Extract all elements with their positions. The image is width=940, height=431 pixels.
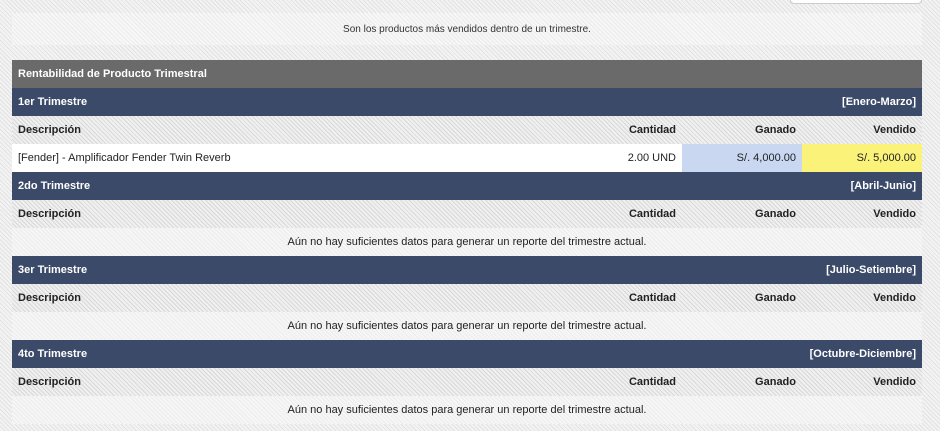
column-header-row: Descripción Cantidad Ganado Vendido <box>12 200 922 228</box>
quarter-name: 2do Trimestre <box>18 180 91 192</box>
quarter-name: 4to Trimestre <box>18 348 88 360</box>
column-header-row: Descripción Cantidad Ganado Vendido <box>12 116 922 144</box>
column-header-row: Descripción Cantidad Ganado Vendido <box>12 368 922 396</box>
col-desc: Descripción <box>18 208 81 220</box>
cell-qty: 2.00 UND <box>627 152 676 164</box>
col-earned: Ganado <box>755 376 796 388</box>
intro-text: Son los productos más vendidos dentro de… <box>12 13 922 45</box>
no-data-row: Aún no hay suficientes datos para genera… <box>12 228 922 256</box>
col-sold: Vendido <box>873 292 916 304</box>
column-header-row: Descripción Cantidad Ganado Vendido <box>12 284 922 312</box>
col-qty: Cantidad <box>628 292 676 304</box>
no-data-row: Aún no hay suficientes datos para genera… <box>12 396 922 424</box>
report-title: Rentabilidad de Producto Trimestral <box>12 60 922 88</box>
col-earned: Ganado <box>755 208 796 220</box>
quarter-name: 1er Trimestre <box>18 96 88 108</box>
col-qty: Cantidad <box>628 376 676 388</box>
col-sold: Vendido <box>873 376 916 388</box>
quarter-range: [Julio-Setiembre] <box>826 264 916 276</box>
top-button[interactable] <box>790 0 922 4</box>
col-earned: Ganado <box>755 292 796 304</box>
quarter-range: [Abril-Junio] <box>850 180 916 192</box>
quarter-header-q3: 3er Trimestre [Julio-Setiembre] <box>12 256 922 284</box>
quarter-range: [Octubre-Diciembre] <box>809 348 916 360</box>
cell-sold: S/. 5,000.00 <box>802 144 922 172</box>
cell-earned: S/. 4,000.00 <box>682 144 802 172</box>
col-desc: Descripción <box>18 292 81 304</box>
quarter-header-q1: 1er Trimestre [Enero-Marzo] <box>12 88 922 116</box>
table-row: [Fender] - Amplificador Fender Twin Reve… <box>12 144 922 172</box>
col-earned: Ganado <box>755 124 796 136</box>
quarter-header-q4: 4to Trimestre [Octubre-Diciembre] <box>12 340 922 368</box>
quarter-range: [Enero-Marzo] <box>842 96 916 108</box>
report-title-label: Rentabilidad de Producto Trimestral <box>18 68 207 80</box>
quarter-header-q2: 2do Trimestre [Abril-Junio] <box>12 172 922 200</box>
quarterly-report-table: Rentabilidad de Producto Trimestral 1er … <box>12 60 922 424</box>
col-desc: Descripción <box>18 376 81 388</box>
col-qty: Cantidad <box>628 124 676 136</box>
no-data-row: Aún no hay suficientes datos para genera… <box>12 312 922 340</box>
col-qty: Cantidad <box>628 208 676 220</box>
quarter-name: 3er Trimestre <box>18 264 88 276</box>
cell-desc: [Fender] - Amplificador Fender Twin Reve… <box>18 152 231 164</box>
col-sold: Vendido <box>873 208 916 220</box>
col-sold: Vendido <box>873 124 916 136</box>
col-desc: Descripción <box>18 124 81 136</box>
